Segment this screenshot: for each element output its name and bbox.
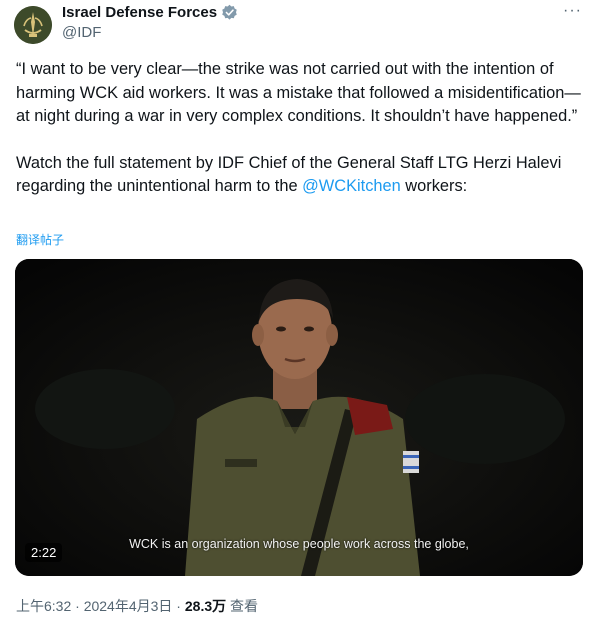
video-frame: [15, 259, 583, 576]
tweet-statement: Watch the full statement by IDF Chief of…: [16, 152, 588, 199]
video-player[interactable]: WCK is an organization whose people work…: [15, 259, 583, 576]
author-name[interactable]: Israel Defense Forces: [62, 4, 217, 21]
tweet-date[interactable]: 2024年4月3日: [84, 598, 173, 614]
views-label: 查看: [226, 598, 259, 614]
statement-text-after: workers:: [400, 177, 468, 195]
avatar[interactable]: [14, 6, 52, 44]
video-duration-badge: 2:22: [25, 543, 63, 562]
view-count: 28.3万: [184, 598, 227, 614]
video-subtitle: WCK is an organization whose people work…: [129, 537, 469, 551]
tweet-text: “I want to be very clear—the strike was …: [16, 58, 588, 199]
tweet-meta: 上午6:32 · 2024年4月3日 · 28.3万 查看: [16, 596, 258, 616]
mention-link[interactable]: @WCKitchen: [302, 177, 401, 195]
meta-separator: ·: [71, 598, 84, 614]
idf-emblem-icon: [14, 6, 52, 44]
meta-separator: ·: [172, 598, 185, 614]
tweet-time[interactable]: 上午6:32: [16, 598, 71, 614]
more-options-icon[interactable]: ···: [563, 2, 582, 20]
verified-badge-icon[interactable]: [221, 4, 238, 21]
statement-text-before: Watch the full statement by IDF Chief of…: [16, 153, 562, 196]
tweet-quote: “I want to be very clear—the strike was …: [16, 60, 581, 125]
author-name-row[interactable]: Israel Defense Forces: [62, 4, 238, 21]
translate-post-link[interactable]: 翻译帖子: [16, 231, 64, 248]
author-handle[interactable]: @IDF: [62, 24, 101, 41]
